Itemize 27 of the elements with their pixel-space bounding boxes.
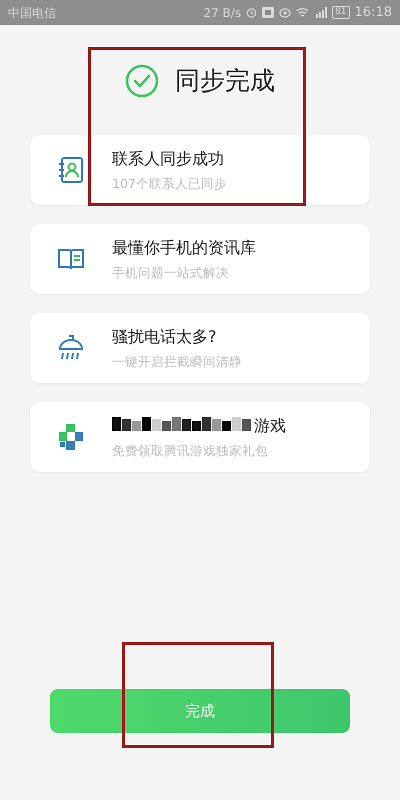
card-subtitle: 107个联系人已同步: [112, 174, 227, 193]
carrier-name: 中国电信: [8, 4, 56, 22]
card-title: 最懂你手机的资讯库: [112, 236, 256, 259]
card-subtitle: 一键开启拦截瞬间清静: [112, 352, 242, 371]
check-circle-icon: [125, 64, 159, 98]
status-time: 16:18: [354, 4, 392, 22]
signal-icon: [314, 7, 328, 18]
info-card[interactable]: 最懂你手机的资讯库 手机问题一站式解决: [30, 224, 370, 294]
shower-icon: [57, 334, 85, 362]
card-subtitle: 免费领取腾讯游戏独家礼包: [112, 442, 269, 460]
info-card[interactable]: 联系人同步成功 107个联系人已同步: [30, 135, 370, 205]
card-title: 联系人同步成功: [112, 148, 224, 170]
battery-indicator: 81: [332, 6, 350, 19]
card-title: 骚扰电话太多?: [112, 326, 216, 348]
alarm-icon: [246, 7, 258, 18]
network-speed: 27 B/s: [203, 4, 242, 22]
cross-logo-icon: [58, 423, 84, 451]
info-card[interactable]: 游戏 免费领取腾讯游戏独家礼包: [30, 402, 370, 472]
info-card[interactable]: 骚扰电话太多? 一键开启拦截瞬间清静: [30, 313, 370, 383]
page-title: 同步完成: [175, 65, 275, 98]
book-icon: [57, 247, 85, 271]
wifi-icon: [296, 7, 310, 18]
card-title: 游戏: [254, 414, 286, 437]
hd-icon: [262, 7, 274, 18]
card-subtitle: 手机问题一站式解决: [112, 264, 230, 282]
contact-card-icon: [58, 156, 84, 184]
eye-icon: [279, 7, 292, 18]
